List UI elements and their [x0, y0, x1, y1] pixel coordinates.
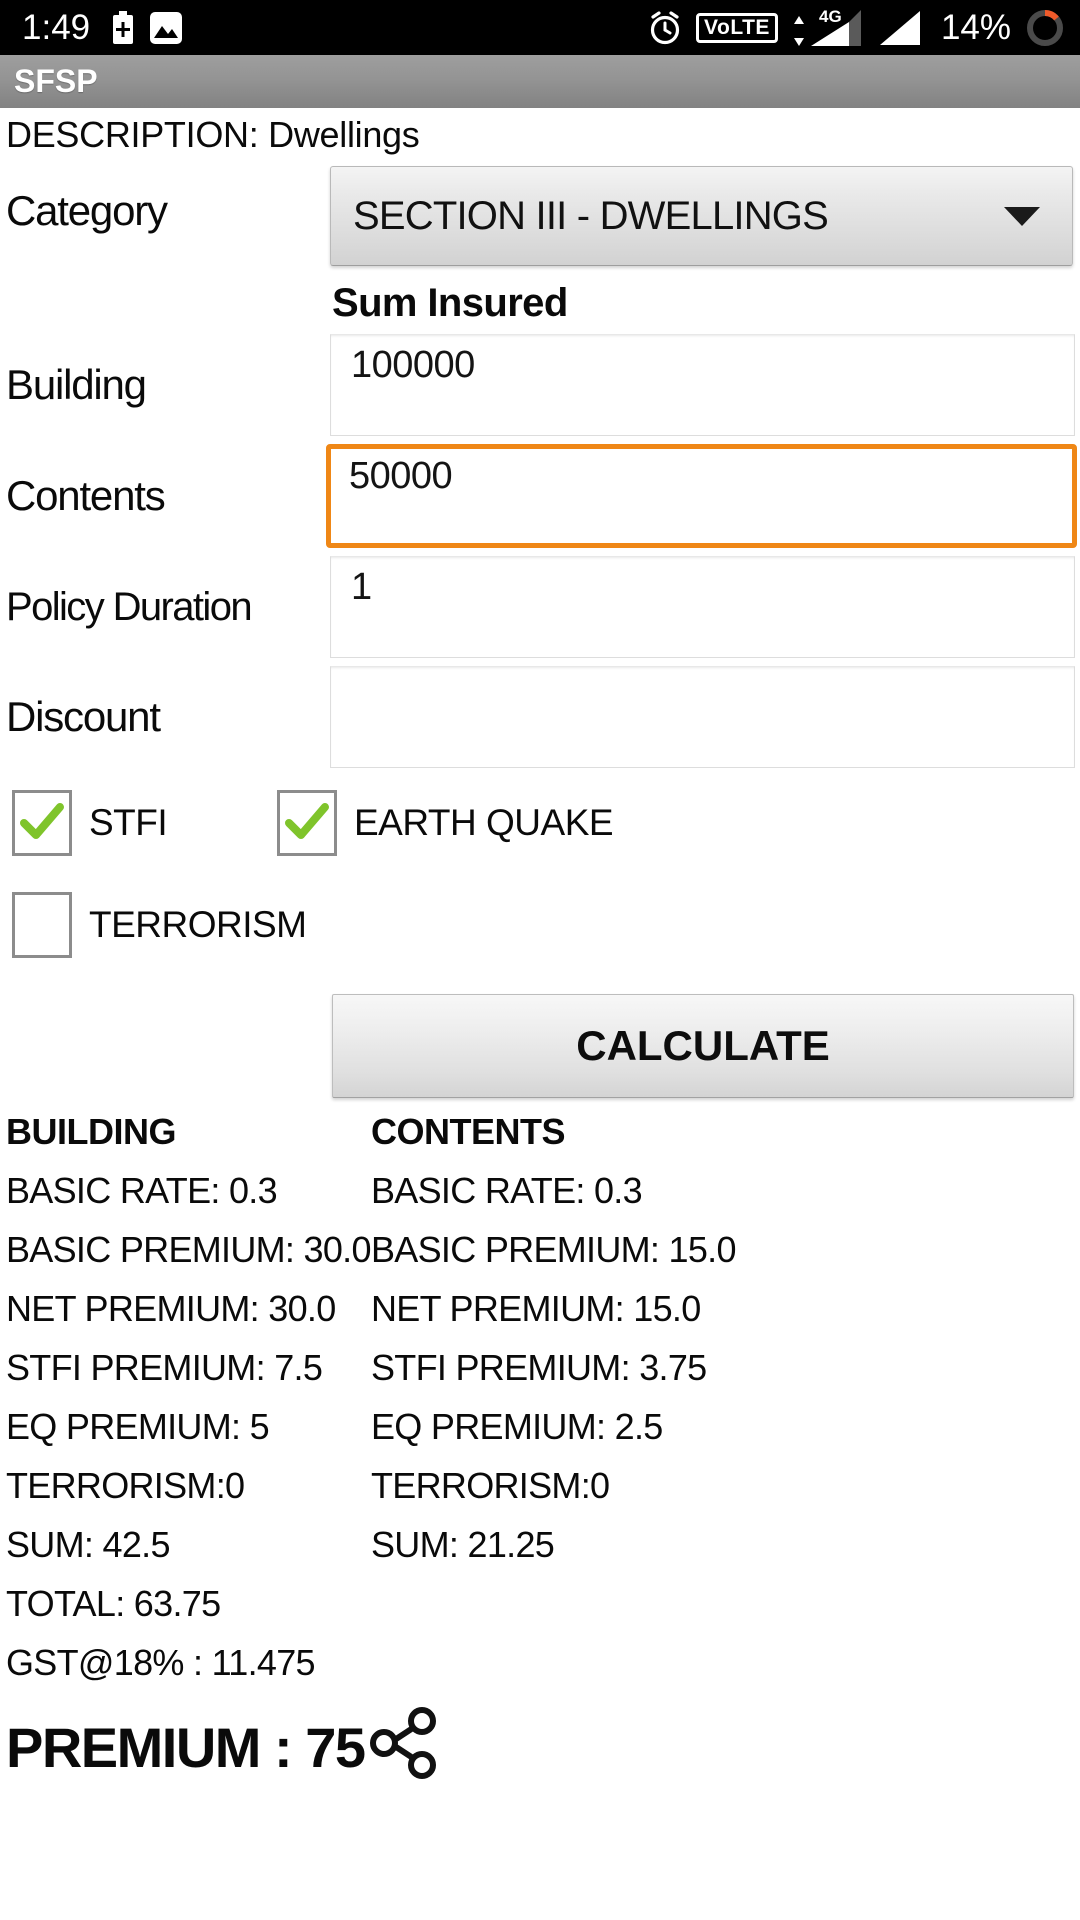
status-bar: 1:49 VoLTE 4G 14% [0, 0, 1080, 55]
building-input[interactable]: 100000 [330, 334, 1075, 437]
contents-basic-premium: BASIC PREMIUM: 15.0 [371, 1229, 737, 1271]
stfi-checkbox[interactable] [12, 790, 72, 857]
battery-charge-icon [112, 10, 134, 45]
result-row: SUM: 42.5 SUM: 21.25 [6, 1525, 1080, 1584]
building-sum: SUM: 42.5 [6, 1524, 170, 1566]
policy-duration-input[interactable]: 1 [330, 556, 1075, 659]
battery-ring-icon [1024, 7, 1066, 49]
signal-icon-1: 4G [791, 8, 865, 48]
contents-stfi-premium: STFI PREMIUM: 3.75 [371, 1347, 707, 1389]
checkbox-row-2: TERRORISM [0, 892, 1080, 959]
alarm-icon [647, 10, 683, 46]
status-left-icon-group [112, 10, 183, 45]
gst-label: GST@18% : 11.475 [6, 1642, 316, 1684]
main-content: DESCRIPTION: Dwellings Category SECTION … [0, 108, 1080, 1789]
calculate-button-label: CALCULATE [576, 1022, 830, 1070]
battery-percent-label: 14% [940, 8, 1011, 47]
premium-row: PREMIUM : 75 [0, 1706, 1080, 1789]
status-right-icon-group: VoLTE 4G 14% [647, 7, 1066, 49]
check-icon [285, 803, 329, 840]
checkbox-item-earthquake[interactable]: EARTH QUAKE [277, 790, 614, 857]
total-label: TOTAL: 63.75 [6, 1583, 221, 1625]
building-row: Building 100000 [0, 334, 1080, 437]
premium-label: PREMIUM : 75 [6, 1715, 366, 1779]
contents-column-heading: CONTENTS [371, 1111, 566, 1153]
result-row: BASIC RATE: 0.3 BASIC RATE: 0.3 [6, 1171, 1080, 1230]
calculate-button[interactable]: CALCULATE [332, 994, 1074, 1099]
discount-input[interactable] [330, 666, 1075, 769]
gst-row: GST@18% : 11.475 [6, 1643, 1080, 1702]
building-label: Building [6, 361, 147, 409]
category-row: Category SECTION III - DWELLINGS [0, 155, 1080, 267]
contents-sum: SUM: 21.25 [371, 1524, 555, 1566]
contents-net-premium: NET PREMIUM: 15.0 [371, 1288, 701, 1330]
policy-duration-label: Policy Duration [6, 585, 253, 630]
terrorism-label: TERRORISM [89, 904, 307, 946]
image-icon [150, 11, 183, 44]
volte-icon: VoLTE [696, 12, 778, 43]
chevron-down-icon [1004, 206, 1040, 226]
contents-label: Contents [6, 472, 166, 520]
app-bar: SFSP [0, 55, 1080, 108]
signal-icon-2 [878, 9, 924, 47]
building-column-heading: BUILDING [6, 1111, 177, 1153]
result-row: TERRORISM:0 TERRORISM:0 [6, 1466, 1080, 1525]
category-selected-value: SECTION III - DWELLINGS [353, 193, 829, 238]
sum-insured-heading: Sum Insured [332, 281, 568, 326]
contents-eq-premium: EQ PREMIUM: 2.5 [371, 1406, 663, 1448]
building-basic-rate: BASIC RATE: 0.3 [6, 1170, 278, 1212]
checkbox-item-stfi[interactable]: STFI [12, 790, 277, 857]
contents-terrorism: TERRORISM:0 [371, 1465, 610, 1507]
results-section: BUILDING CONTENTS BASIC RATE: 0.3 BASIC … [0, 1112, 1080, 1702]
checkbox-item-terrorism[interactable]: TERRORISM [12, 892, 307, 959]
stfi-label: STFI [89, 802, 168, 844]
result-row: NET PREMIUM: 30.0 NET PREMIUM: 15.0 [6, 1289, 1080, 1348]
calculate-row: CALCULATE [0, 994, 1080, 1099]
checkbox-row-1: STFI EARTH QUAKE [0, 790, 1080, 857]
total-row: TOTAL: 63.75 [6, 1584, 1080, 1643]
volte-label: VoLTE [704, 15, 770, 39]
result-row: EQ PREMIUM: 5 EQ PREMIUM: 2.5 [6, 1407, 1080, 1466]
category-dropdown[interactable]: SECTION III - DWELLINGS [330, 166, 1073, 267]
svg-text:4G: 4G [819, 8, 842, 26]
terrorism-checkbox[interactable] [12, 892, 72, 959]
results-header-row: BUILDING CONTENTS [6, 1112, 1080, 1171]
building-terrorism: TERRORISM:0 [6, 1465, 245, 1507]
app-title: SFSP [14, 63, 98, 99]
contents-basic-rate: BASIC RATE: 0.3 [371, 1170, 643, 1212]
contents-row: Contents 50000 [0, 444, 1080, 549]
building-eq-premium: EQ PREMIUM: 5 [6, 1406, 270, 1448]
discount-label: Discount [6, 693, 161, 741]
discount-row: Discount [0, 666, 1080, 769]
description-text: DESCRIPTION: Dwellings [6, 114, 420, 155]
building-net-premium: NET PREMIUM: 30.0 [6, 1288, 336, 1330]
result-row: BASIC PREMIUM: 30.0 BASIC PREMIUM: 15.0 [6, 1230, 1080, 1289]
check-icon [20, 803, 64, 840]
category-label: Category [6, 186, 168, 234]
policy-duration-row: Policy Duration 1 [0, 556, 1080, 659]
building-basic-premium: BASIC PREMIUM: 30.0 [6, 1229, 372, 1271]
status-clock: 1:49 [22, 8, 91, 47]
building-stfi-premium: STFI PREMIUM: 7.5 [6, 1347, 323, 1389]
result-row: STFI PREMIUM: 7.5 STFI PREMIUM: 3.75 [6, 1348, 1080, 1407]
share-icon[interactable] [367, 1706, 439, 1785]
contents-input[interactable]: 50000 [326, 444, 1077, 549]
earthquake-label: EARTH QUAKE [354, 802, 614, 844]
earthquake-checkbox[interactable] [277, 790, 337, 857]
